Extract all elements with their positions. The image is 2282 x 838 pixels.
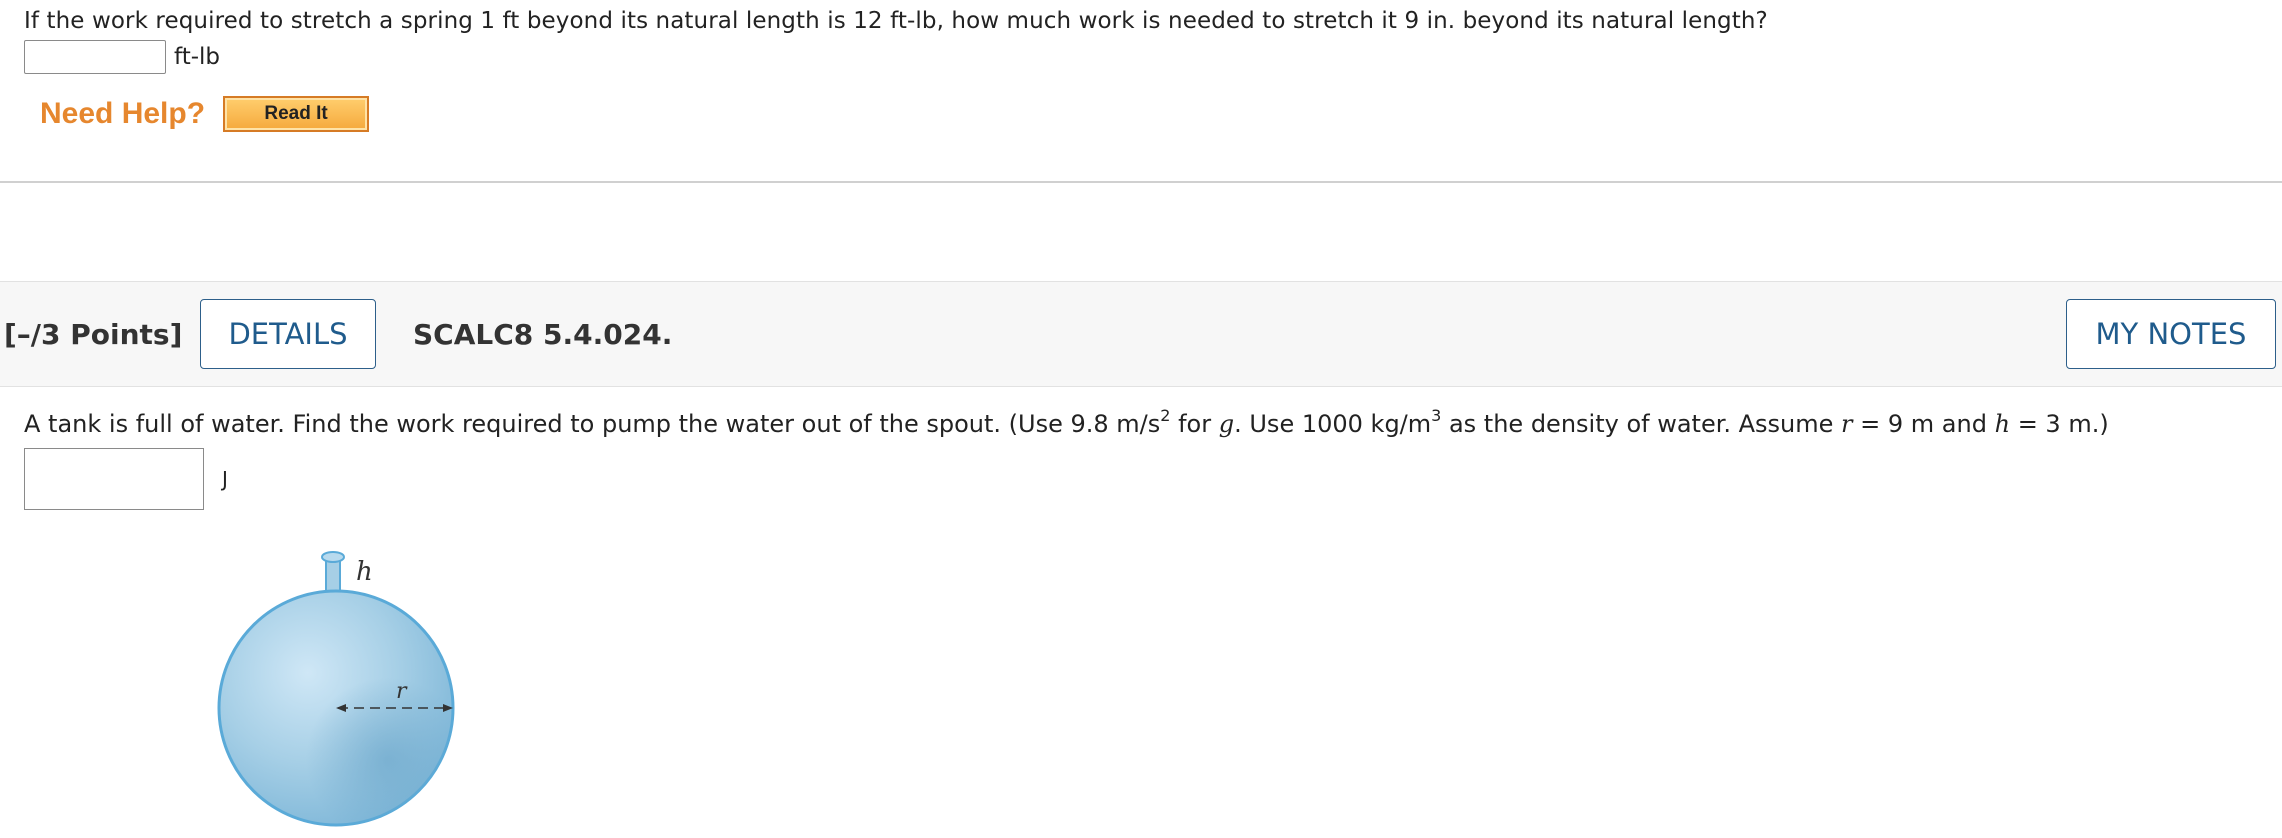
radius-label: r — [396, 679, 408, 704]
question-1-text: If the work required to stretch a spring… — [24, 8, 1768, 34]
question-2-text-part: as the density of water. Assume — [1441, 410, 1842, 438]
g-symbol: g — [1218, 410, 1235, 438]
question-1-answer-input[interactable] — [24, 40, 166, 74]
spout-opening — [321, 551, 345, 563]
superscript-2: 2 — [1160, 406, 1171, 425]
question-2-answer-input[interactable] — [24, 448, 204, 510]
question-2-text-part: . Use 1000 kg/m — [1234, 410, 1432, 438]
superscript-3: 3 — [1431, 406, 1442, 425]
help-row: Need Help? Read It — [40, 96, 370, 132]
question-2-text-part: A tank is full of water. Find the work r… — [24, 410, 1161, 438]
read-it-button[interactable]: Read It — [223, 96, 370, 132]
question-2-text-part: = 3 m.) — [2010, 410, 2109, 438]
points-label: [–/3 Points] — [4, 318, 183, 351]
problem-code: SCALC8 5.4.024. — [413, 318, 673, 351]
question-1-answer-row: ft-lb — [24, 40, 220, 74]
tank-diagram: r h — [217, 551, 455, 827]
question-2-header: [–/3 Points] DETAILS SCALC8 5.4.024. MY … — [0, 281, 2282, 387]
question-2-text: A tank is full of water. Find the work r… — [24, 406, 2109, 438]
question-1-unit: ft-lb — [174, 44, 220, 70]
my-notes-button[interactable]: MY NOTES — [2066, 299, 2276, 369]
height-label: h — [356, 557, 373, 587]
need-help-label: Need Help? — [40, 97, 206, 130]
spherical-tank-figure: r h — [208, 544, 468, 834]
details-button[interactable]: DETAILS — [200, 299, 376, 369]
question-2-text-part: for — [1170, 410, 1219, 438]
question-2-answer-row: J — [24, 448, 228, 510]
question-2-unit: J — [222, 467, 228, 491]
h-symbol: h — [1994, 410, 2011, 438]
r-symbol: r — [1841, 410, 1853, 438]
question-2-text-part: = 9 m and — [1852, 410, 1995, 438]
section-divider — [0, 181, 2282, 183]
